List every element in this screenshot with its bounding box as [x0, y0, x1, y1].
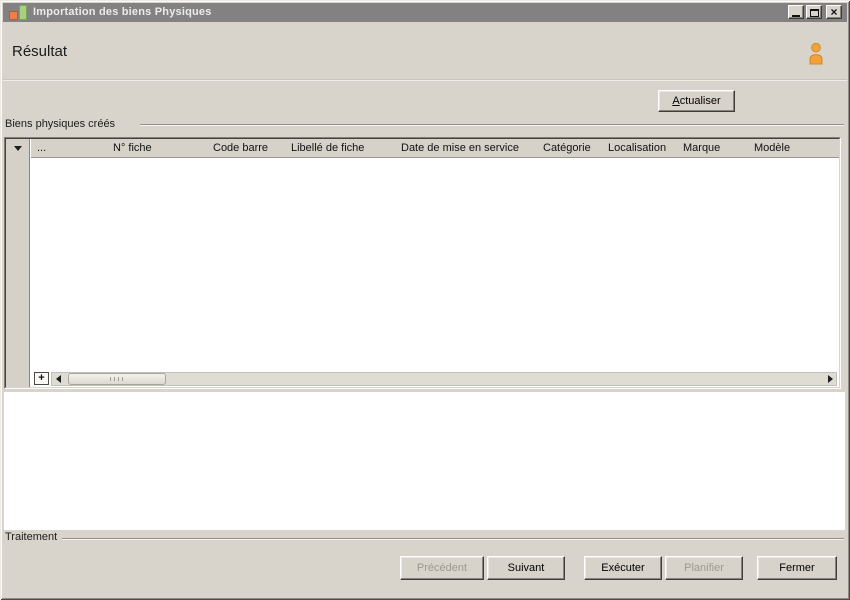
scroll-right-button[interactable] [824, 373, 836, 385]
column-header-localisation[interactable]: Localisation [602, 139, 677, 157]
log-panel [4, 392, 845, 530]
column-selector-button[interactable] [6, 139, 30, 158]
column-header-date-service[interactable]: Date de mise en service [395, 139, 537, 157]
previous-button[interactable]: Précédent [400, 556, 484, 580]
row-header-column [6, 139, 30, 387]
scroll-right-icon [827, 375, 833, 383]
header-divider [3, 79, 847, 81]
scroll-left-icon [55, 375, 61, 383]
close-icon: × [830, 4, 838, 19]
chevron-down-icon [14, 146, 22, 151]
maximize-button[interactable] [806, 5, 822, 19]
column-header-options[interactable]: ... [31, 139, 107, 157]
results-grid: ... N° fiche Code barre Libellé de fiche… [4, 137, 841, 389]
scroll-left-button[interactable] [52, 373, 64, 385]
column-header-code-barre[interactable]: Code barre [207, 139, 285, 157]
person-icon [809, 42, 823, 65]
column-header-num-fiche[interactable]: N° fiche [107, 139, 207, 157]
add-row-button[interactable]: + [34, 372, 49, 385]
close-dialog-button[interactable]: Fermer [757, 556, 837, 580]
page-title: Résultat [12, 43, 68, 60]
grid-scroll-row: + [31, 370, 839, 387]
results-group-line [140, 124, 844, 126]
execute-button[interactable]: Exécuter [584, 556, 662, 580]
schedule-button[interactable]: Planifier [665, 556, 743, 580]
column-header-libelle[interactable]: Libellé de fiche [285, 139, 395, 157]
results-group-label: Biens physiques créés [5, 118, 116, 130]
titlebar[interactable]: Importation des biens Physiques × [3, 3, 847, 22]
column-header-marque[interactable]: Marque [677, 139, 748, 157]
import-physical-assets-window: Importation des biens Physiques × Résult… [0, 0, 850, 600]
close-button[interactable]: × [826, 5, 842, 19]
window-title: Importation des biens Physiques [33, 6, 212, 18]
column-header-modele[interactable]: Modèle [748, 139, 839, 157]
next-button[interactable]: Suivant [487, 556, 565, 580]
refresh-button[interactable]: Actualiser [658, 90, 735, 112]
grid-body-empty [31, 158, 839, 370]
refresh-button-label: ctualiser [679, 95, 721, 107]
column-header-categorie[interactable]: Catégorie [537, 139, 602, 157]
scrollbar-grip-icon [110, 377, 124, 381]
status-group-line [62, 538, 844, 540]
refresh-button-accesskey: A [672, 95, 680, 107]
maximize-icon [809, 8, 819, 17]
minimize-icon [792, 14, 800, 17]
horizontal-scrollbar[interactable] [51, 372, 837, 386]
window-controls: × [788, 5, 842, 19]
scrollbar-track[interactable] [64, 373, 824, 385]
minimize-button[interactable] [788, 5, 804, 19]
scrollbar-thumb[interactable] [68, 373, 166, 385]
status-group-label: Traitement [5, 531, 58, 543]
app-icon [7, 4, 31, 21]
grid-header-row: ... N° fiche Code barre Libellé de fiche… [31, 139, 839, 158]
